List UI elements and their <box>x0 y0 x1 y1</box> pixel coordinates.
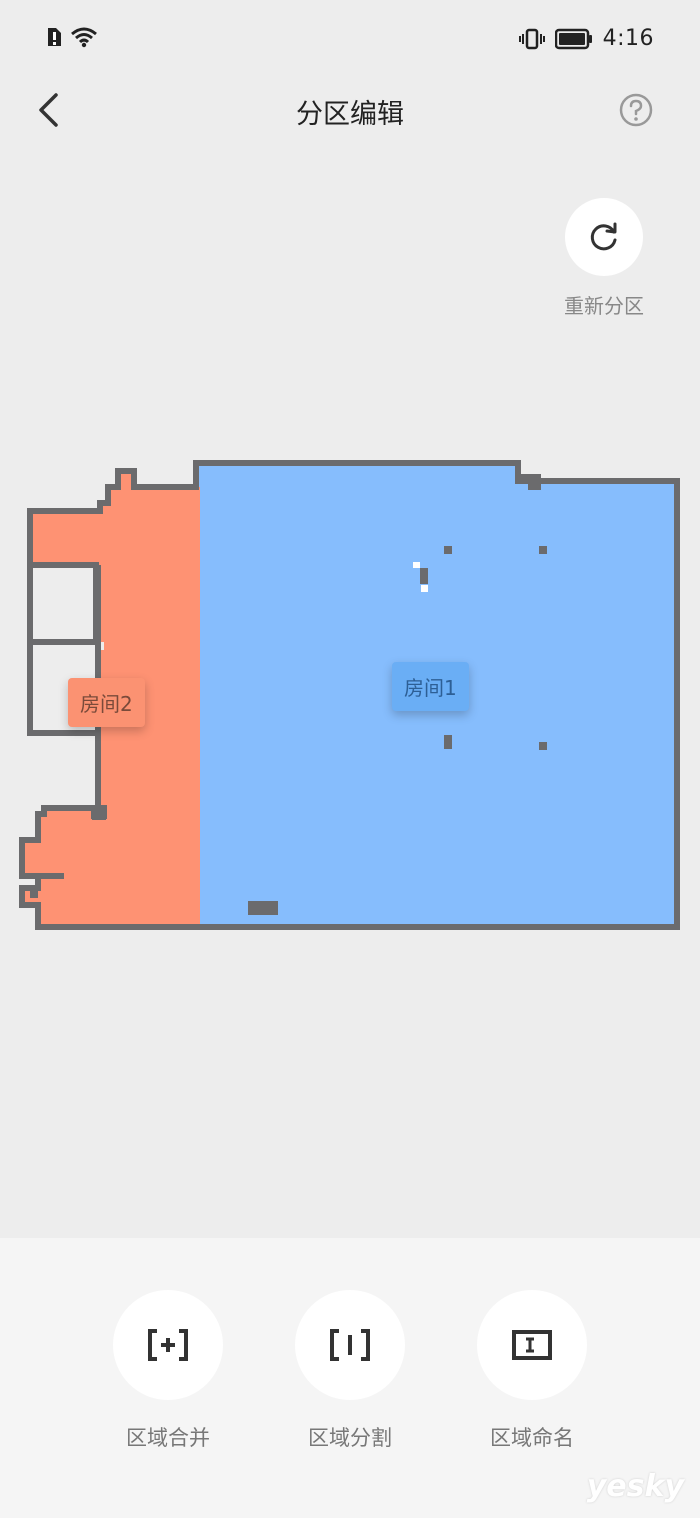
rename-icon <box>512 1330 552 1360</box>
split-icon <box>330 1329 370 1361</box>
watermark-logo: yesky <box>586 1469 684 1504</box>
map-area: 房间2 房间1 <box>0 0 700 1240</box>
rename-button[interactable] <box>477 1290 587 1400</box>
bottom-toolbar: 区域合并 区域分割 区域命名 yesky <box>0 1238 700 1518</box>
rename-tool: 区域命名 <box>467 1290 597 1452</box>
split-label: 区域分割 <box>308 1426 392 1450</box>
merge-label: 区域合并 <box>126 1426 210 1450</box>
room-label-2[interactable]: 房间2 <box>68 678 145 727</box>
split-button[interactable] <box>295 1290 405 1400</box>
merge-icon <box>148 1329 188 1361</box>
merge-button[interactable] <box>113 1290 223 1400</box>
rename-label: 区域命名 <box>490 1426 574 1450</box>
floor-map[interactable] <box>0 0 700 1240</box>
split-tool: 区域分割 <box>285 1290 415 1452</box>
room-label-1[interactable]: 房间1 <box>392 662 469 711</box>
merge-tool: 区域合并 <box>103 1290 233 1452</box>
